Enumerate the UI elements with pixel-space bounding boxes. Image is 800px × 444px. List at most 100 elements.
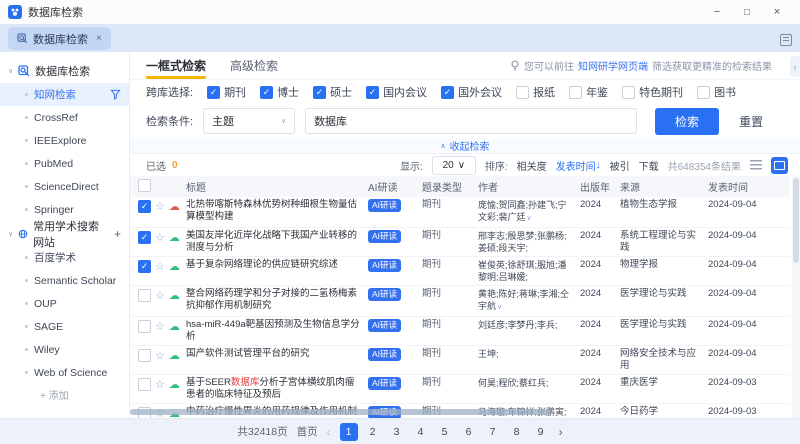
add-site-button[interactable]: + 添加 (0, 384, 129, 404)
page-button[interactable]: 4 (412, 423, 430, 441)
checkbox[interactable] (313, 86, 326, 99)
result-row[interactable]: 基于复杂网络理论的供应链研究综述 AI研读 期刊 崔俊英;徐舒琪;服旭;潘黎明;… (130, 257, 790, 286)
checkbox[interactable] (366, 86, 379, 99)
checkbox[interactable] (569, 86, 582, 99)
minimize-icon[interactable] (702, 0, 732, 24)
tab-close-icon[interactable] (96, 33, 102, 44)
ai-read-badge[interactable]: AI研读 (368, 259, 401, 272)
maximize-icon[interactable] (732, 0, 762, 24)
row-checkbox[interactable] (138, 349, 151, 362)
result-row[interactable]: 国产软件测试管理平台的研究 AI研读 期刊 王坤; 2024 网络安全技术与应用… (130, 346, 790, 375)
tab-list-icon[interactable] (780, 34, 792, 46)
list-view-icon[interactable] (750, 160, 762, 170)
sort-relevance[interactable]: 相关度 (517, 158, 547, 173)
reset-button[interactable]: 重置 (739, 113, 763, 130)
expand-authors-icon[interactable] (527, 215, 532, 222)
sidebar-item-web-of-science[interactable]: Web of Science (0, 361, 129, 384)
page-button[interactable]: 9 (532, 423, 550, 441)
result-title[interactable]: 基于复杂网络理论的供应链研究综述 (178, 259, 360, 271)
star-icon[interactable] (155, 261, 165, 273)
checkbox[interactable] (260, 86, 273, 99)
sidebar-item-ieeexplore[interactable]: IEEExplore (0, 129, 129, 152)
row-checkbox[interactable] (138, 289, 151, 302)
sidebar-group-academic-sites[interactable]: 常用学术搜索网站 + (0, 221, 129, 246)
add-group-icon[interactable]: + (114, 227, 121, 241)
checkbox[interactable] (441, 86, 454, 99)
hint-link[interactable]: 知网研学网页端 (578, 58, 648, 73)
page-size-select[interactable]: 20 (432, 156, 476, 175)
page-button[interactable]: 2 (364, 423, 382, 441)
db-checkbox-item[interactable]: 硕士 (313, 84, 352, 100)
star-icon[interactable] (155, 379, 165, 391)
ai-read-badge[interactable]: AI研读 (368, 377, 401, 390)
filter-icon[interactable] (110, 89, 121, 100)
sort-download[interactable]: 下载 (639, 158, 659, 173)
result-title[interactable]: 北热带喀斯特森林优势树种细根生物量估算模型构建 (178, 199, 360, 223)
db-checkbox-item[interactable]: 图书 (697, 84, 736, 100)
sidebar-item-cnki[interactable]: 知网检索 (0, 83, 129, 106)
sidebar-item-baidu-scholar[interactable]: 百度学术 (0, 246, 129, 269)
sidebar-group-database-search[interactable]: 数据库检索 (0, 58, 129, 83)
result-row[interactable]: 美国友岸化近岸化战略下我国产业转移的测度与分析 AI研读 期刊 邢李志;殷思梦;… (130, 228, 790, 257)
search-input[interactable] (305, 108, 637, 134)
expand-authors-icon[interactable] (497, 304, 502, 311)
tab-database-search[interactable]: 数据库检索 (8, 27, 111, 50)
tab-advanced-search[interactable]: 高级检索 (230, 52, 278, 79)
sidebar-item-pubmed[interactable]: PubMed (0, 152, 129, 175)
result-row[interactable]: hsa-miR-449a靶基因预测及生物信息学分析 AI研读 期刊 刘廷彦;李梦… (130, 317, 790, 346)
result-title[interactable]: 美国友岸化近岸化战略下我国产业转移的测度与分析 (178, 230, 360, 254)
star-icon[interactable] (155, 232, 165, 244)
ai-read-badge[interactable]: AI研读 (368, 199, 401, 212)
db-checkbox-item[interactable]: 年鉴 (569, 84, 608, 100)
first-page-button[interactable]: 首页 (297, 424, 318, 439)
horizontal-scrollbar[interactable] (130, 409, 550, 415)
next-page-icon[interactable] (559, 425, 563, 439)
result-title[interactable]: 国产软件测试管理平台的研究 (178, 348, 360, 360)
page-button[interactable]: 8 (508, 423, 526, 441)
close-icon[interactable] (762, 0, 792, 24)
db-checkbox-item[interactable]: 期刊 (207, 84, 246, 100)
chevron-down-icon[interactable] (8, 67, 13, 75)
sidebar-item-semantic-scholar[interactable]: Semantic Scholar (0, 269, 129, 292)
db-checkbox-item[interactable]: 国外会议 (441, 84, 502, 100)
prev-page-icon[interactable] (327, 425, 331, 439)
db-checkbox-item[interactable]: 国内会议 (366, 84, 427, 100)
page-button[interactable]: 5 (436, 423, 454, 441)
db-checkbox-item[interactable]: 特色期刊 (622, 84, 683, 100)
ai-read-badge[interactable]: AI研读 (368, 288, 401, 301)
row-checkbox[interactable] (138, 200, 151, 213)
sidebar-item-oup[interactable]: OUP (0, 292, 129, 315)
sidebar-item-sage[interactable]: SAGE (0, 315, 129, 338)
ai-read-badge[interactable]: AI研读 (368, 348, 401, 361)
card-view-icon[interactable] (771, 157, 788, 174)
page-button[interactable]: 1 (340, 423, 358, 441)
vertical-scrollbar-track[interactable] (792, 176, 800, 418)
checkbox[interactable] (207, 86, 220, 99)
checkbox[interactable] (622, 86, 635, 99)
star-icon[interactable] (155, 290, 165, 302)
result-row[interactable]: 北热带喀斯特森林优势树种细根生物量估算模型构建 AI研读 期刊 庞愉;贺同鑫;孙… (130, 197, 790, 228)
sidebar-item-springer[interactable]: Springer (0, 198, 129, 221)
page-button[interactable]: 7 (484, 423, 502, 441)
collapse-search-toggle[interactable]: 收起检索 (130, 138, 800, 154)
row-checkbox[interactable] (138, 378, 151, 391)
star-icon[interactable] (155, 321, 165, 333)
row-checkbox[interactable] (138, 260, 151, 273)
collapse-panel-icon[interactable] (790, 56, 800, 77)
star-icon[interactable] (155, 201, 165, 213)
page-button[interactable]: 6 (460, 423, 478, 441)
result-title[interactable]: 整合网络药理学和分子对接的二氢杨梅素抗抑郁作用机制研究 (178, 288, 360, 312)
sidebar-item-sciencedirect[interactable]: ScienceDirect (0, 175, 129, 198)
row-checkbox[interactable] (138, 320, 151, 333)
row-checkbox[interactable] (138, 231, 151, 244)
checkbox[interactable] (697, 86, 710, 99)
sort-publish-time[interactable]: 发表时间 (556, 158, 601, 173)
page-button[interactable]: 3 (388, 423, 406, 441)
sidebar-item-crossref[interactable]: CrossRef (0, 106, 129, 129)
sidebar-item-wiley[interactable]: Wiley (0, 338, 129, 361)
db-checkbox-item[interactable]: 报纸 (516, 84, 555, 100)
db-checkbox-item[interactable]: 博士 (260, 84, 299, 100)
result-row[interactable]: 基于SEER数据库分析子宫体横纹肌肉瘤患者的临床特征及预后 AI研读 期刊 何昊… (130, 375, 790, 404)
checkbox[interactable] (516, 86, 529, 99)
result-title[interactable]: 基于SEER数据库分析子宫体横纹肌肉瘤患者的临床特征及预后 (178, 377, 360, 401)
